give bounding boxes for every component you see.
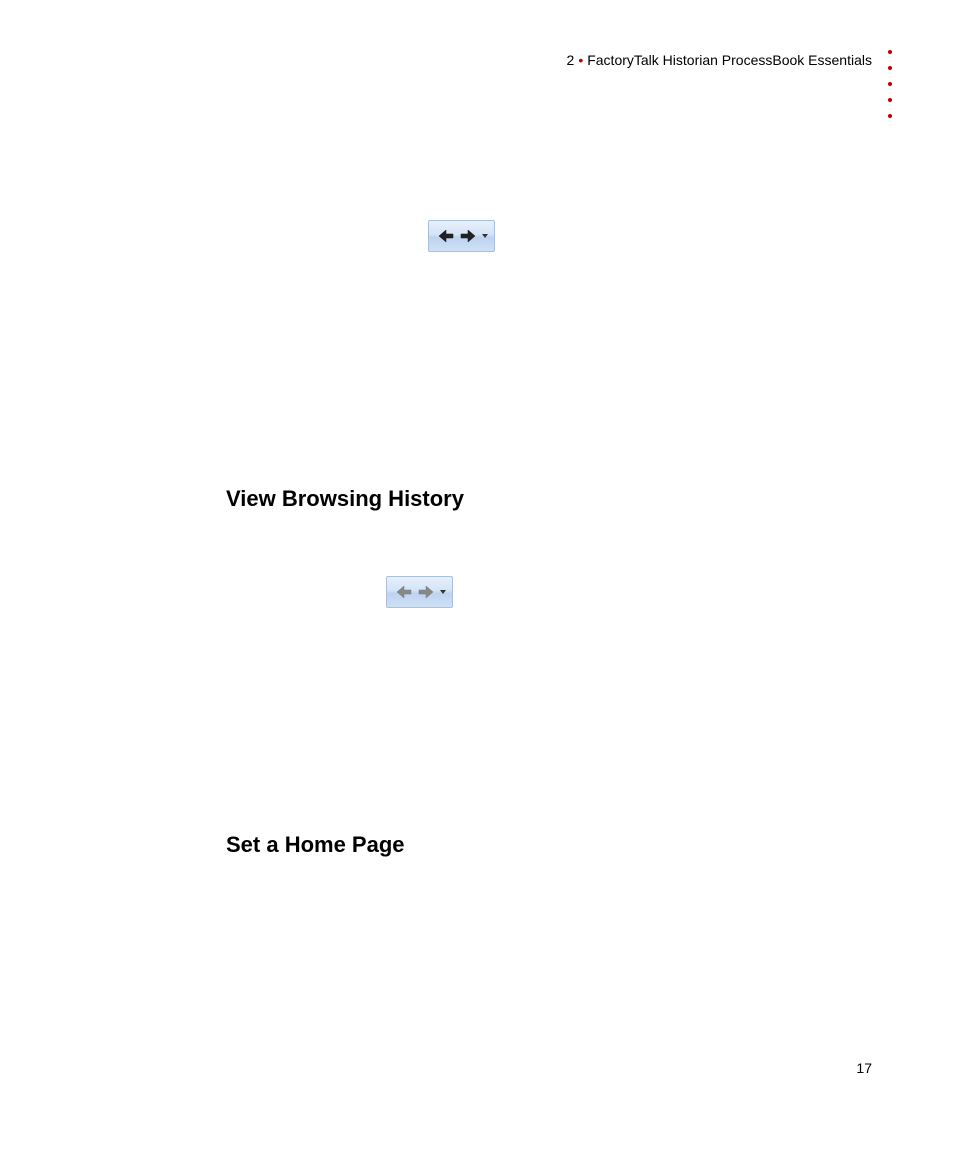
back-button[interactable] [437,227,455,245]
navigation-toolbar [428,220,495,252]
forward-button-disabled [417,583,435,601]
arrow-right-icon [418,585,434,599]
vertical-dot-decoration [888,50,892,118]
section-heading-set-home: Set a Home Page [226,832,405,858]
decor-dot [888,114,892,118]
page-number: 17 [856,1060,872,1076]
dropdown-caret-icon[interactable] [440,590,446,594]
arrow-left-icon [396,585,412,599]
page-header: 2 • FactoryTalk Historian ProcessBook Es… [567,52,872,68]
forward-button[interactable] [459,227,477,245]
decor-dot [888,50,892,54]
section-heading-view-history: View Browsing History [226,486,464,512]
dropdown-caret-icon[interactable] [482,234,488,238]
back-button-disabled [395,583,413,601]
navigation-toolbar [386,576,453,608]
decor-dot [888,66,892,70]
arrow-right-icon [460,229,476,243]
chapter-title: FactoryTalk Historian ProcessBook Essent… [587,52,872,68]
decor-dot [888,98,892,102]
chapter-bullet-separator: • [578,52,583,68]
decor-dot [888,82,892,86]
arrow-left-icon [438,229,454,243]
chapter-number: 2 [567,52,575,68]
